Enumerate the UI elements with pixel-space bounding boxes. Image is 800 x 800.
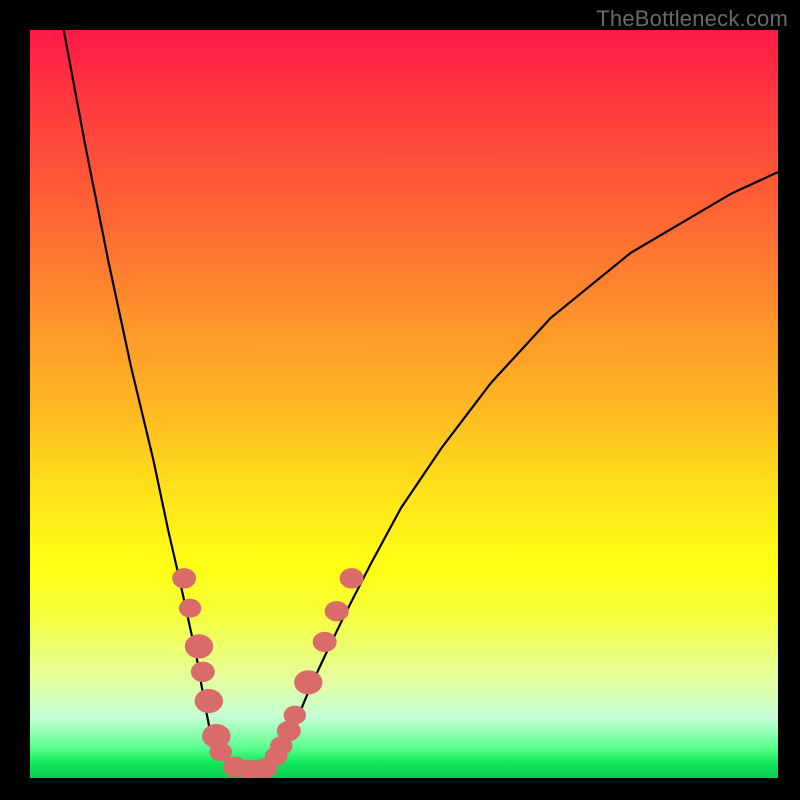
marker-point — [195, 689, 223, 713]
marker-point — [185, 634, 213, 658]
marker-point — [294, 670, 322, 694]
plot-area — [30, 30, 778, 778]
marker-point — [191, 662, 215, 682]
chart-frame: TheBottleneck.com — [0, 0, 800, 800]
highlight-markers — [172, 568, 364, 778]
marker-point — [179, 599, 201, 618]
marker-point — [284, 706, 306, 725]
left-curve — [64, 30, 255, 771]
marker-point — [313, 632, 337, 652]
marker-point — [340, 568, 364, 588]
marker-point — [325, 601, 349, 621]
chart-svg — [30, 30, 778, 778]
right-curve — [255, 172, 778, 771]
watermark-text: TheBottleneck.com — [596, 6, 788, 32]
marker-point — [172, 568, 196, 588]
